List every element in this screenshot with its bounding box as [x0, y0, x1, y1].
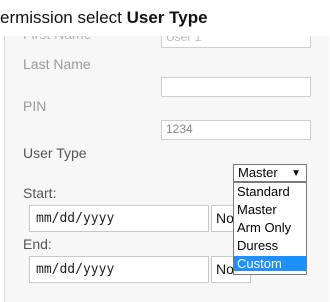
last-name-label: Last Name: [23, 56, 91, 72]
user-type-option-custom[interactable]: Custom: [234, 256, 306, 271]
user-type-selected-value: Master: [238, 165, 278, 180]
end-date-placeholder: mm/dd/yyyy: [36, 262, 115, 277]
user-type-option-master[interactable]: Master: [234, 202, 306, 217]
user-type-label: User Type: [23, 145, 87, 161]
end-date-input[interactable]: mm/dd/yyyy: [29, 256, 209, 283]
end-label: End:: [23, 236, 52, 252]
user-type-select[interactable]: Master ▼: [233, 164, 307, 182]
start-label: Start:: [23, 185, 57, 201]
user-type-dropdown-list: Standard Master Arm Only Duress Custom: [233, 182, 307, 275]
instruction-banner: ermission select User Type: [0, 0, 330, 36]
end-none-text: No: [216, 261, 234, 277]
user-type-option-duress[interactable]: Duress: [234, 238, 306, 253]
user-type-option-arm-only[interactable]: Arm Only: [234, 220, 306, 235]
user-type-option-standard[interactable]: Standard: [234, 184, 306, 199]
start-date-input[interactable]: mm/dd/yyyy: [29, 205, 209, 232]
start-date-placeholder: mm/dd/yyyy: [36, 211, 115, 226]
last-name-field[interactable]: [161, 77, 311, 97]
instruction-text: ermission select: [0, 8, 127, 27]
pin-label: PIN: [23, 98, 47, 114]
pin-value: 1234: [166, 122, 193, 136]
instruction-bold-text: User Type: [126, 8, 208, 27]
pin-field[interactable]: 1234: [161, 120, 311, 140]
chevron-down-icon[interactable]: ▼: [291, 166, 301, 182]
start-none-text: No: [216, 210, 234, 226]
